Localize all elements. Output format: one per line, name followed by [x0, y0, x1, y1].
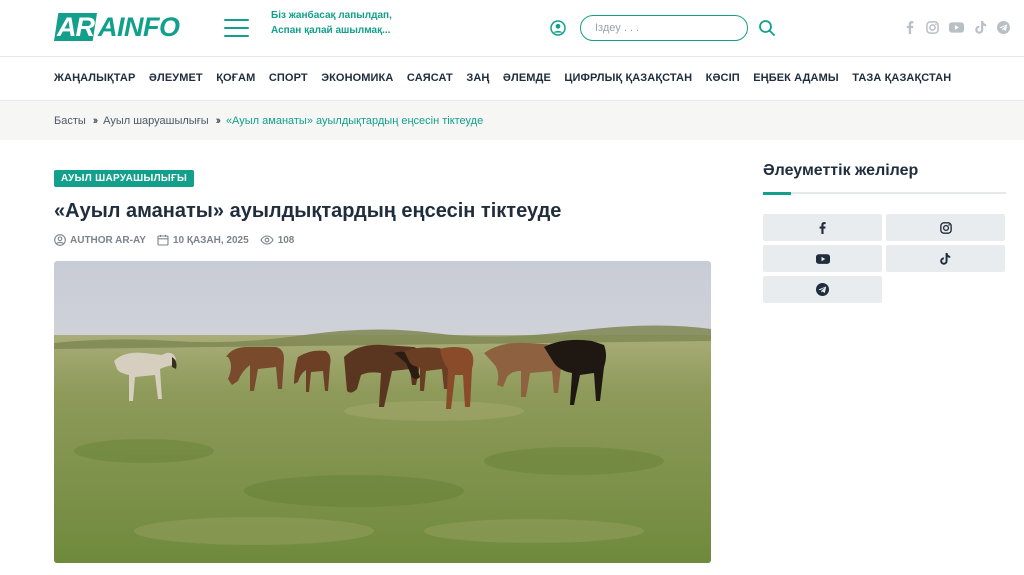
- breadcrumb-category-link[interactable]: Ауыл шаруашылығы: [103, 115, 209, 127]
- breadcrumb-home-link[interactable]: Басты: [54, 115, 86, 127]
- nav-item-business[interactable]: КӘСІП: [706, 72, 740, 84]
- header-social-links: [903, 20, 1010, 34]
- view-count: 108: [277, 234, 295, 246]
- facebook-icon: [819, 221, 826, 234]
- nav-item-politics[interactable]: САЯСАТ: [407, 72, 453, 84]
- facebook-icon[interactable]: [903, 20, 916, 34]
- article-date: 10 ҚАЗАН, 2025: [157, 234, 249, 246]
- article-featured-image: [54, 261, 711, 563]
- telegram-button[interactable]: [763, 276, 882, 303]
- hamburger-line: [224, 19, 249, 21]
- article-title: «Ауыл аманаты» ауылдықтардың еңсесін тік…: [54, 200, 562, 222]
- breadcrumb: Басты ›› Ауыл шаруашылығы ›› «Ауыл амана…: [0, 101, 1024, 140]
- site-logo[interactable]: AR AINFO: [54, 13, 180, 41]
- horses-grazing-photo: [54, 261, 711, 563]
- telegram-icon: [816, 283, 829, 296]
- user-account-icon[interactable]: [550, 20, 566, 36]
- widget-title-divider: [763, 192, 1006, 195]
- article-category-badge[interactable]: АУЫЛ ШАРУАШЫЛЫҒЫ: [54, 170, 195, 187]
- double-chevron-right-icon: ››: [92, 115, 99, 127]
- author-name: AUTHOR AR-AY: [70, 234, 146, 246]
- calendar-icon: [157, 234, 169, 246]
- article-views: 108: [260, 234, 295, 246]
- eye-icon: [260, 235, 274, 245]
- search-icon[interactable]: [758, 19, 776, 37]
- nav-item-sport[interactable]: СПОРТ: [269, 72, 308, 84]
- nav-item-society[interactable]: ҚОҒАМ: [216, 72, 255, 84]
- social-widget-title: Әлеуметтік желілер: [763, 162, 919, 179]
- hamburger-line: [224, 27, 249, 29]
- nav-item-economy[interactable]: ЭКОНОМИКА: [321, 72, 393, 84]
- nav-item-digital-kazakhstan[interactable]: ЦИФРЛЫҚ ҚАЗАҚСТАН: [564, 72, 692, 84]
- tiktok-icon: [940, 252, 951, 265]
- user-icon: [54, 234, 66, 246]
- logo-ar-mark: AR: [54, 13, 97, 41]
- youtube-icon: [815, 253, 830, 264]
- nav-item-clean-kazakhstan[interactable]: ТАЗА ҚАЗАҚСТАН: [852, 72, 951, 84]
- youtube-button[interactable]: [763, 245, 882, 272]
- slogan-line-2: Аспан қалай ашылмақ...: [271, 25, 391, 36]
- tiktok-icon[interactable]: [974, 20, 987, 34]
- nav-item-social[interactable]: ӘЛЕУМЕТ: [149, 72, 203, 84]
- nav-menu: ЖАҢАЛЫҚТАР ӘЛЕУМЕТ ҚОҒАМ СПОРТ ЭКОНОМИКА…: [54, 72, 965, 84]
- nav-item-world[interactable]: ӘЛЕМДЕ: [503, 72, 551, 84]
- search-input[interactable]: [580, 15, 748, 41]
- main-navigation: ЖАҢАЛЫҚТАР ӘЛЕУМЕТ ҚОҒАМ СПОРТ ЭКОНОМИКА…: [0, 57, 1024, 101]
- breadcrumb-current-page: «Ауыл аманаты» ауылдықтардың еңсесін тік…: [225, 115, 484, 127]
- tiktok-button[interactable]: [886, 245, 1005, 272]
- social-networks-grid: [763, 214, 1005, 303]
- nav-item-working-people[interactable]: ЕҢБЕК АДАМЫ: [753, 72, 838, 84]
- hamburger-line: [224, 35, 249, 37]
- youtube-icon[interactable]: [949, 20, 964, 34]
- instagram-icon: [939, 221, 952, 234]
- double-chevron-right-icon: ››: [215, 115, 222, 127]
- divider-accent: [763, 192, 791, 195]
- article-author[interactable]: AUTHOR AR-AY: [54, 234, 146, 246]
- site-slogan: Біз жанбасақ лапылдап, Аспан қалай ашылм…: [271, 8, 392, 38]
- publish-date: 10 ҚАЗАН, 2025: [172, 234, 249, 246]
- logo-wordmark: AINFO: [98, 12, 180, 42]
- instagram-button[interactable]: [886, 214, 1005, 241]
- instagram-icon[interactable]: [926, 20, 939, 34]
- slogan-line-1: Біз жанбасақ лапылдап,: [271, 10, 392, 21]
- menu-toggle-button[interactable]: [224, 19, 249, 37]
- telegram-icon[interactable]: [997, 20, 1010, 34]
- nav-item-law[interactable]: ЗАҢ: [466, 72, 489, 84]
- facebook-button[interactable]: [763, 214, 882, 241]
- site-header: AR AINFO Біз жанбасақ лапылдап, Аспан қал…: [0, 0, 1024, 57]
- article-meta: AUTHOR AR-AY 10 ҚАЗАН, 2025 108: [54, 234, 305, 246]
- nav-item-news[interactable]: ЖАҢАЛЫҚТАР: [54, 72, 135, 84]
